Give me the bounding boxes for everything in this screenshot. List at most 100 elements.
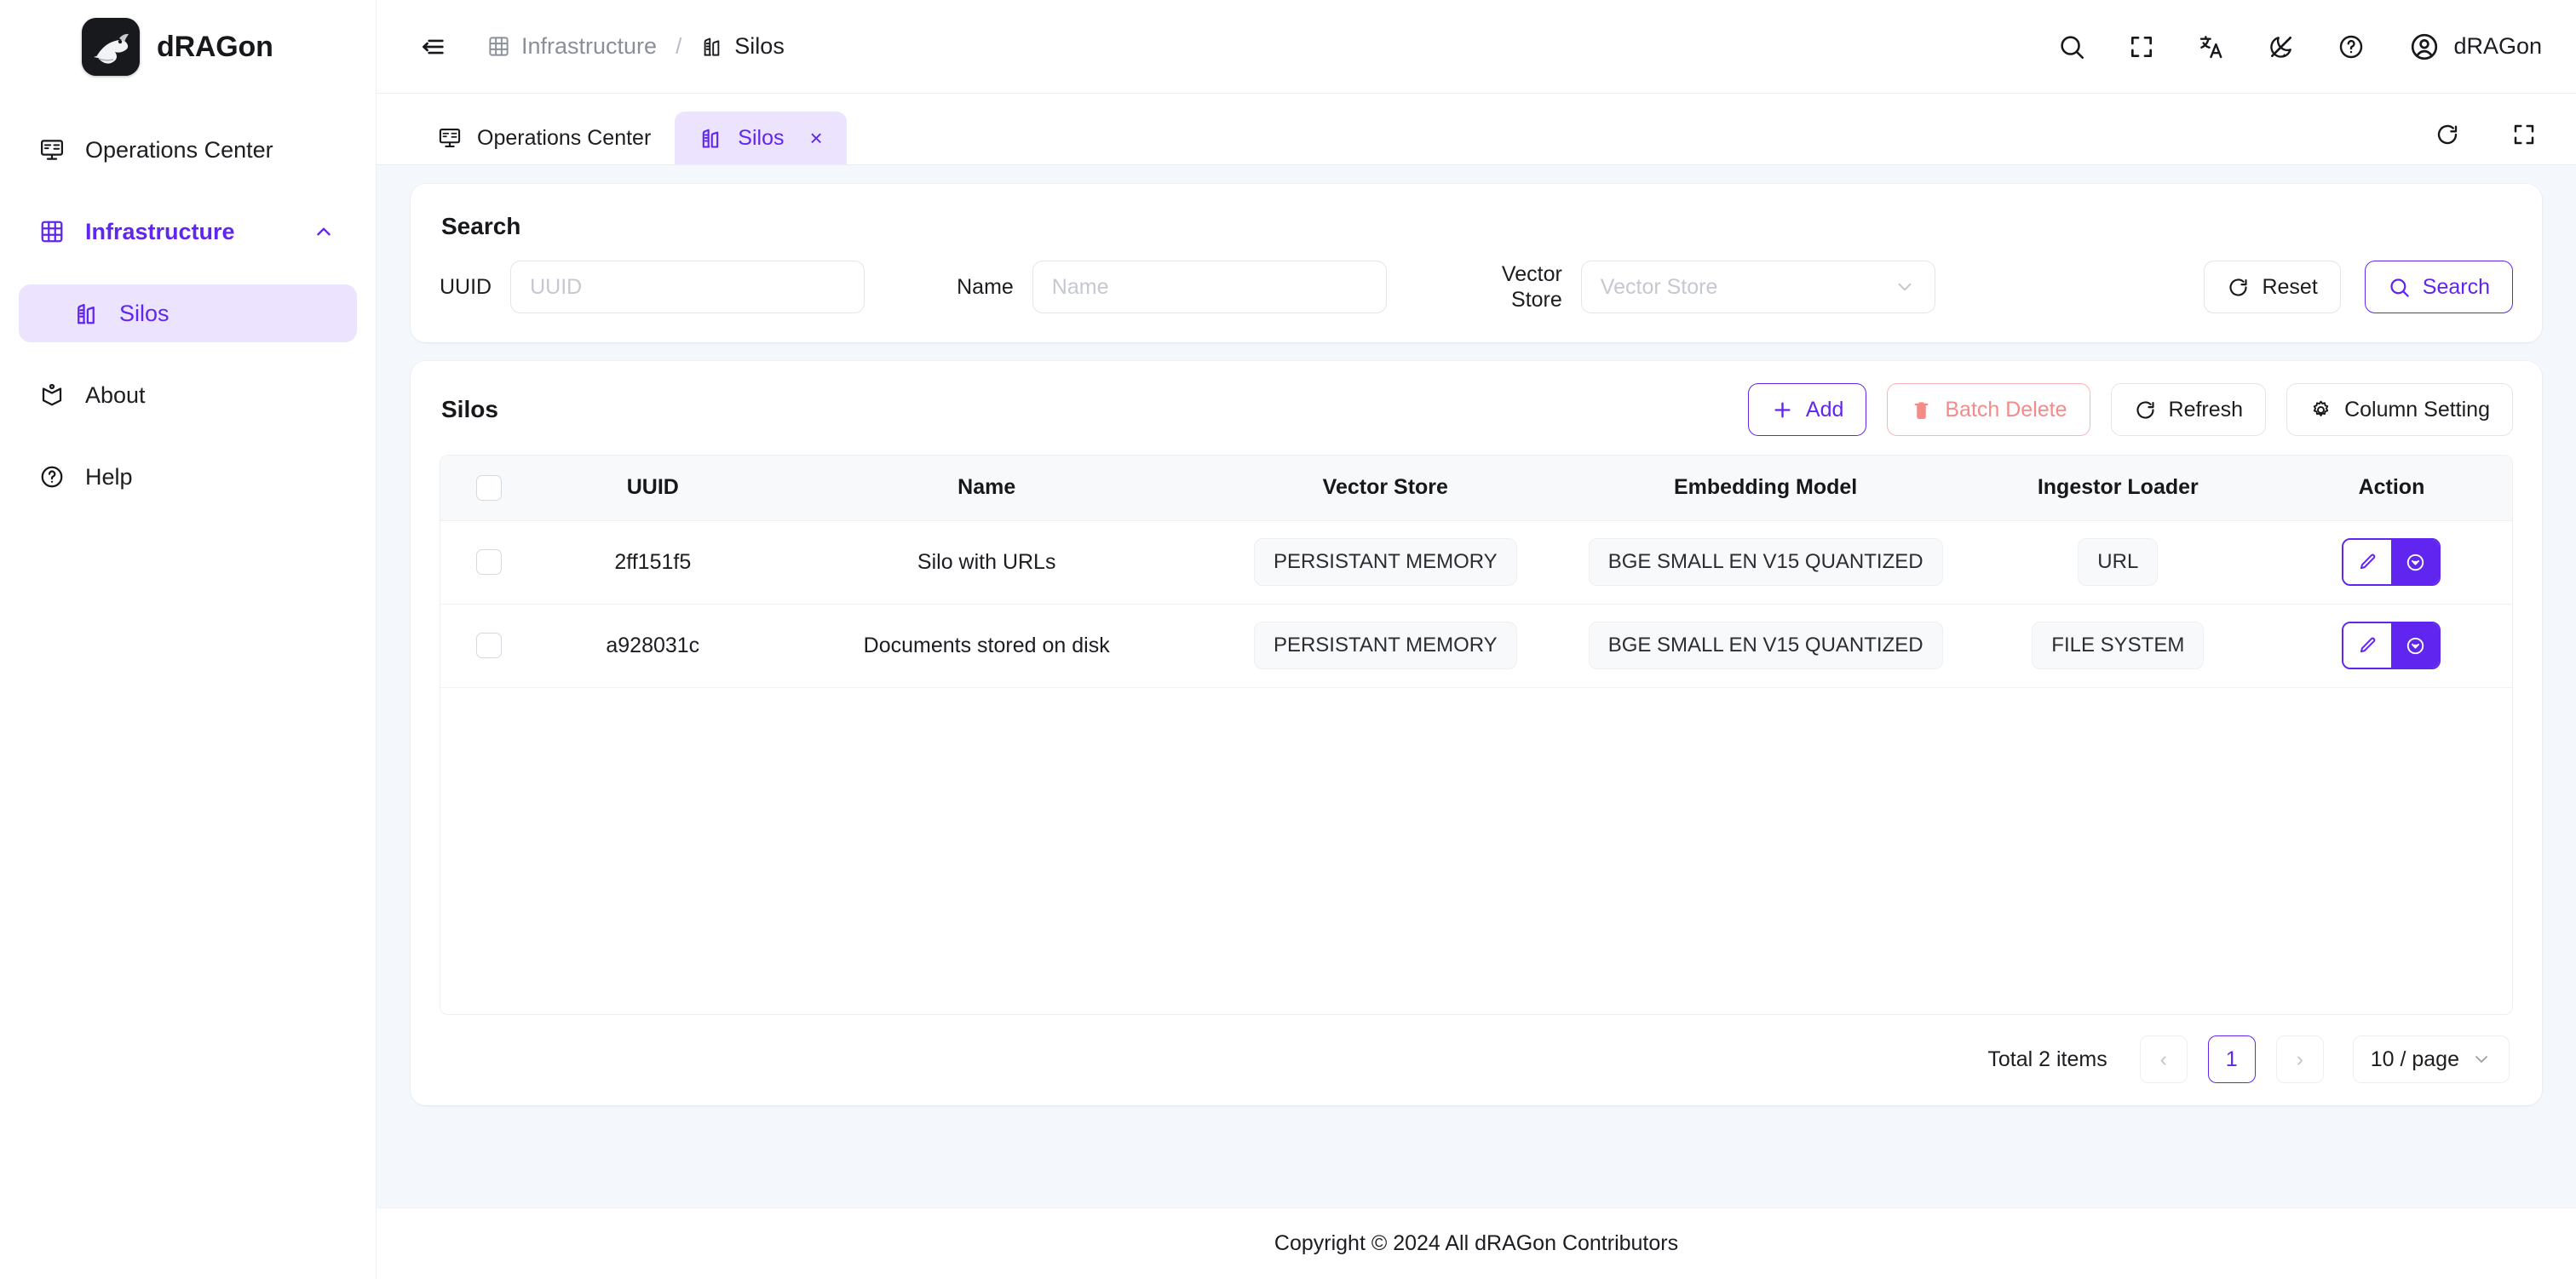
select-all-checkbox[interactable]: [475, 474, 502, 501]
pagination-total: Total 2 items: [1987, 1047, 2107, 1071]
grid-icon: [37, 217, 66, 246]
column-header-ingestor-loader: Ingestor Loader: [1964, 456, 2271, 521]
refresh-icon: [2134, 399, 2157, 422]
vector-store-select-value: Vector Store: [1600, 274, 1718, 299]
table-row[interactable]: a928031c Documents stored on disk PERSIS…: [440, 604, 2512, 688]
silos-panel: Silos Add Batch Delete Refresh Column Se…: [411, 361, 2542, 1105]
name-field-group: Name Name: [957, 261, 1387, 313]
chevron-up-icon[interactable]: [313, 221, 335, 243]
question-circle-icon[interactable]: [2331, 26, 2372, 67]
column-setting-button[interactable]: Column Setting: [2286, 383, 2513, 436]
table-row[interactable]: 2ff151f5 Silo with URLs PERSISTANT MEMOR…: [440, 520, 2512, 605]
footer: Copyright © 2024 All dRAGon Contributors: [377, 1207, 2576, 1279]
pencil-icon[interactable]: [2343, 540, 2392, 584]
search-filters-row: UUID UUID Name Name Vector Store Vector …: [440, 261, 2513, 313]
column-header-vector-store: Vector Store: [1205, 456, 1567, 521]
cell-name: Documents stored on disk: [768, 604, 1205, 688]
search-icon[interactable]: [2051, 26, 2092, 67]
search-button[interactable]: Search: [2364, 261, 2513, 313]
row-checkbox[interactable]: [475, 549, 502, 576]
chevron-down-circle-icon[interactable]: [2391, 623, 2440, 668]
brand-name: dRAGon: [157, 30, 273, 63]
pagination-page-1[interactable]: 1: [2207, 1035, 2256, 1083]
page-content: Search UUID UUID Name Name Vector Store: [377, 165, 2576, 1207]
row-checkbox[interactable]: [475, 633, 502, 659]
chevron-down-icon: [1894, 276, 1916, 298]
tab-silos[interactable]: Silos ×: [675, 112, 847, 164]
sidebar-item-infrastructure[interactable]: Infrastructure: [19, 203, 357, 261]
reset-button[interactable]: Reset: [2204, 261, 2341, 313]
breadcrumb-item-infrastructure[interactable]: Infrastructure: [487, 33, 657, 60]
embedding-model-badge: BGE SMALL EN V15 QUANTIZED: [1588, 622, 1943, 669]
ingestor-loader-badge: FILE SYSTEM: [2032, 622, 2205, 669]
cell-name: Silo with URLs: [768, 520, 1205, 605]
refresh-button[interactable]: Refresh: [2110, 383, 2267, 436]
tab-operations-center[interactable]: Operations Center: [414, 112, 675, 164]
cell-embedding-model: BGE SMALL EN V15 QUANTIZED: [1566, 604, 1965, 688]
theme-toggle-icon[interactable]: [2261, 26, 2302, 67]
user-circle-icon: [2409, 32, 2440, 62]
add-button-label: Add: [1805, 397, 1844, 422]
silos-action-buttons: Add Batch Delete Refresh Column Setting: [1747, 383, 2513, 436]
cell-action: [2270, 520, 2512, 605]
page-size-select[interactable]: 10 / page: [2352, 1035, 2510, 1083]
brand[interactable]: dRAGon: [0, 0, 376, 94]
cell-vector-store: PERSISTANT MEMORY: [1205, 520, 1567, 605]
batch-delete-button[interactable]: Batch Delete: [1887, 383, 2090, 436]
pagination-next-button[interactable]: ›: [2275, 1035, 2324, 1083]
sidebar-item-about[interactable]: About: [19, 366, 357, 424]
search-panel: Search UUID UUID Name Name Vector Store: [411, 184, 2542, 342]
fullscreen-icon[interactable]: [2121, 26, 2162, 67]
select-all-header: [440, 456, 538, 521]
silos-panel-title: Silos: [441, 396, 498, 422]
name-input[interactable]: Name: [1032, 261, 1387, 313]
translate-icon[interactable]: [2191, 26, 2232, 67]
add-button[interactable]: Add: [1747, 383, 1867, 436]
pencil-icon[interactable]: [2343, 623, 2392, 668]
pagination-prev-button[interactable]: ‹: [2139, 1035, 2188, 1083]
main-area: Infrastructure / Silos dRAGon Operations…: [377, 0, 2576, 1279]
sidebar-item-operations-center[interactable]: Operations Center: [19, 121, 357, 179]
row-action-group: [2342, 622, 2441, 669]
reset-button-label: Reset: [2262, 274, 2318, 299]
top-bar: Infrastructure / Silos dRAGon: [377, 0, 2576, 94]
breadcrumb-label: Infrastructure: [521, 33, 658, 59]
uuid-input[interactable]: UUID: [510, 261, 865, 313]
close-icon[interactable]: ×: [809, 127, 822, 149]
breadcrumb-item-silos[interactable]: Silos: [700, 33, 785, 60]
column-setting-button-label: Column Setting: [2344, 397, 2490, 422]
silos-table-container: UUID Name Vector Store Embedding Model I…: [440, 455, 2513, 1015]
chevron-down-circle-icon[interactable]: [2391, 540, 2440, 584]
user-menu[interactable]: dRAGon: [2409, 32, 2542, 62]
refresh-icon[interactable]: [2429, 117, 2465, 152]
sidebar-item-label: Silos: [119, 300, 170, 326]
row-action-group: [2342, 538, 2441, 586]
copyright-text: Copyright © 2024 All dRAGon Contributors: [1274, 1231, 1679, 1255]
search-icon: [2388, 276, 2411, 299]
collapse-sidebar-icon[interactable]: [414, 28, 451, 66]
sidebar-item-label: About: [85, 381, 146, 408]
cell-vector-store: PERSISTANT MEMORY: [1205, 604, 1567, 688]
silos-table: UUID Name Vector Store Embedding Model I…: [440, 456, 2512, 688]
app-root: dRAGon Operations Center Infrastructure …: [0, 0, 2576, 1279]
gear-icon: [2309, 399, 2332, 422]
tab-label: Operations Center: [477, 125, 652, 150]
sidebar-item-label: Infrastructure: [85, 218, 235, 244]
table-header: UUID Name Vector Store Embedding Model I…: [440, 456, 2512, 521]
vector-store-field-group: Vector Store Vector Store: [1460, 261, 1935, 313]
trash-icon: [1910, 399, 1933, 422]
vector-store-select[interactable]: Vector Store: [1580, 261, 1935, 313]
monitor-icon: [37, 135, 66, 164]
vector-store-label-line2: Store: [1511, 288, 1562, 312]
user-name: dRAGon: [2453, 33, 2542, 59]
fullscreen-icon[interactable]: [2506, 117, 2542, 152]
breadcrumb-separator: /: [676, 33, 682, 59]
sidebar-item-silos[interactable]: Silos: [19, 284, 357, 342]
table-header-row: UUID Name Vector Store Embedding Model I…: [440, 456, 2512, 521]
tabbar-actions: [2429, 117, 2542, 164]
silo-icon: [699, 126, 722, 150]
vector-store-label: Vector Store: [1460, 261, 1562, 313]
pagination: Total 2 items ‹ 1 › 10 / page: [440, 1015, 2513, 1087]
sidebar-item-help[interactable]: Help: [19, 448, 357, 506]
search-button-label: Search: [2422, 274, 2490, 299]
